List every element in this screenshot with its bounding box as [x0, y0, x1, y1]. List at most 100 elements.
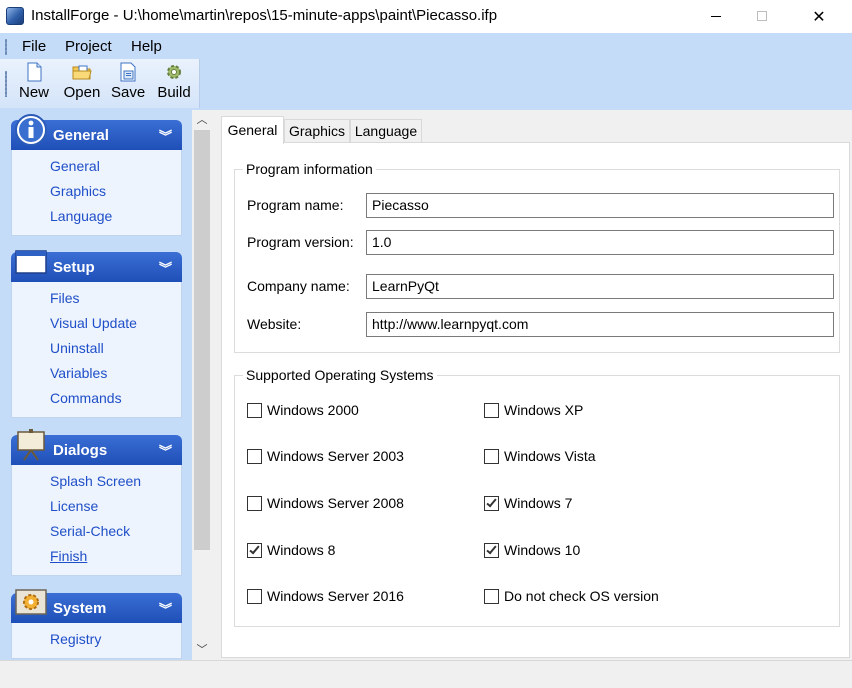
open-button[interactable]: Open — [62, 62, 102, 101]
new-label: New — [18, 84, 49, 101]
new-button[interactable]: New — [17, 62, 51, 101]
toolbar-grip[interactable] — [5, 71, 7, 97]
sidebar-item-language[interactable]: Language — [12, 206, 181, 231]
main-panel: General Graphics Language Program inform… — [219, 112, 852, 660]
checkbox[interactable] — [484, 449, 499, 464]
maximize-button[interactable] — [739, 0, 785, 33]
menu-toolbar-band: File Project Help New Open Save Build — [0, 33, 852, 110]
sidebar-header-setup[interactable]: Setup ︾ — [11, 250, 182, 282]
sidebar-group-body: Files Visual Update Uninstall Variables … — [11, 282, 182, 418]
scroll-down-icon[interactable]: ﹀ — [192, 640, 212, 660]
sidebar-item-uninstall[interactable]: Uninstall — [12, 338, 181, 363]
sidebar-group-body: Registry — [11, 623, 182, 659]
sidebar-group-setup: Setup ︾ Files Visual Update Uninstall Va… — [11, 250, 182, 418]
tab-panel-general: Program information Program name: Piecas… — [221, 142, 850, 658]
checkbox-checked[interactable] — [484, 543, 499, 558]
os-label: Windows Server 2003 — [267, 448, 404, 464]
info-icon — [15, 114, 47, 146]
menu-file[interactable]: File — [22, 38, 46, 55]
tab-graphics[interactable]: Graphics — [284, 119, 350, 143]
window-title: InstallForge - U:\home\martin\repos\15-m… — [31, 7, 498, 24]
sidebar-item-serial-check[interactable]: Serial-Check — [12, 521, 181, 546]
sidebar-group-system: System ︾ Registry — [11, 589, 182, 659]
sidebar-item-license[interactable]: License — [12, 496, 181, 521]
os-label: Windows Server 2008 — [267, 495, 404, 511]
chevron-collapse-icon[interactable]: ︾ — [159, 258, 172, 277]
system-gear-icon — [15, 589, 47, 615]
checkmark-icon — [486, 543, 497, 555]
tab-language[interactable]: Language — [350, 119, 422, 143]
save-label: Save — [111, 84, 146, 101]
save-button[interactable]: Save — [111, 62, 145, 101]
sidebar: General ︾ General Graphics Language Setu… — [0, 110, 192, 660]
os-label: Windows Server 2016 — [267, 588, 404, 604]
new-document-icon — [27, 62, 42, 82]
sidebar-item-finish[interactable]: Finish — [12, 546, 181, 571]
scroll-up-icon[interactable]: ︿ — [192, 110, 212, 130]
sidebar-header-label: General — [53, 127, 109, 144]
sidebar-header-label: Dialogs — [53, 442, 108, 459]
build-label: Build — [157, 84, 191, 101]
app-icon — [6, 7, 24, 25]
sidebar-item-registry[interactable]: Registry — [12, 629, 181, 654]
open-label: Open — [63, 84, 101, 101]
program-information-group: Program information Program name: Piecas… — [234, 161, 840, 353]
sidebar-item-graphics[interactable]: Graphics — [12, 181, 181, 206]
build-gear-icon — [167, 65, 181, 79]
sidebar-item-visual-update[interactable]: Visual Update — [12, 313, 181, 338]
title-bar: InstallForge - U:\home\martin\repos\15-m… — [0, 0, 852, 33]
checkbox-checked[interactable] — [247, 543, 262, 558]
checkbox-checked[interactable] — [484, 496, 499, 511]
checkbox[interactable] — [484, 403, 499, 418]
status-bar — [0, 660, 852, 688]
checkbox[interactable] — [247, 449, 262, 464]
sidebar-item-general[interactable]: General — [12, 156, 181, 181]
company-name-field[interactable]: LearnPyQt — [366, 274, 834, 299]
chevron-collapse-icon[interactable]: ︾ — [159, 599, 172, 618]
minimize-icon — [711, 16, 721, 17]
program-version-field[interactable]: 1.0 — [366, 230, 834, 255]
presentation-board-icon — [17, 429, 45, 461]
build-button[interactable]: Build — [156, 62, 192, 101]
os-label: Windows 7 — [504, 495, 573, 511]
tab-general[interactable]: General — [221, 116, 284, 144]
sidebar-header-label: Setup — [53, 259, 95, 276]
checkbox[interactable] — [247, 403, 262, 418]
chevron-collapse-icon[interactable]: ︾ — [159, 441, 172, 460]
checkbox[interactable] — [247, 589, 262, 604]
minimize-button[interactable] — [693, 0, 739, 33]
sidebar-item-commands[interactable]: Commands — [12, 388, 181, 413]
close-button[interactable]: ✕ — [796, 0, 842, 33]
menu-project[interactable]: Project — [65, 38, 112, 55]
sidebar-group-body: Splash Screen License Serial-Check Finis… — [11, 465, 182, 576]
toolbar: New Open Save Build — [0, 59, 200, 108]
menu-grip — [5, 39, 7, 55]
company-name-label: Company name: — [247, 278, 350, 294]
sidebar-header-system[interactable]: System ︾ — [11, 589, 182, 623]
sidebar-group-dialogs: Dialogs ︾ Splash Screen License Serial-C… — [11, 429, 182, 576]
menu-bar: File Project Help — [0, 33, 852, 59]
sidebar-item-files[interactable]: Files — [12, 288, 181, 313]
os-label: Windows XP — [504, 402, 584, 418]
checkbox[interactable] — [484, 589, 499, 604]
menu-help[interactable]: Help — [131, 38, 162, 55]
os-label: Windows 2000 — [267, 402, 359, 418]
checkmark-icon — [249, 543, 260, 555]
checkbox[interactable] — [247, 496, 262, 511]
sidebar-header-dialogs[interactable]: Dialogs ︾ — [11, 429, 182, 465]
close-icon: ✕ — [812, 7, 826, 26]
window-icon — [15, 250, 47, 274]
website-field[interactable]: http://www.learnpyqt.com — [366, 312, 834, 337]
os-label: Windows 8 — [267, 542, 336, 558]
sidebar-scrollbar[interactable]: ︿ ﹀ — [192, 110, 212, 660]
sidebar-item-variables[interactable]: Variables — [12, 363, 181, 388]
chevron-collapse-icon[interactable]: ︾ — [159, 126, 172, 145]
scroll-thumb[interactable] — [194, 130, 210, 550]
sidebar-item-splash-screen[interactable]: Splash Screen — [12, 471, 181, 496]
program-name-field[interactable]: Piecasso — [366, 193, 834, 218]
os-label: Windows Vista — [504, 448, 596, 464]
sidebar-header-general[interactable]: General ︾ — [11, 114, 182, 150]
supported-os-legend: Supported Operating Systems — [243, 367, 437, 383]
program-version-label: Program version: — [247, 234, 354, 250]
open-folder-icon — [72, 65, 92, 80]
